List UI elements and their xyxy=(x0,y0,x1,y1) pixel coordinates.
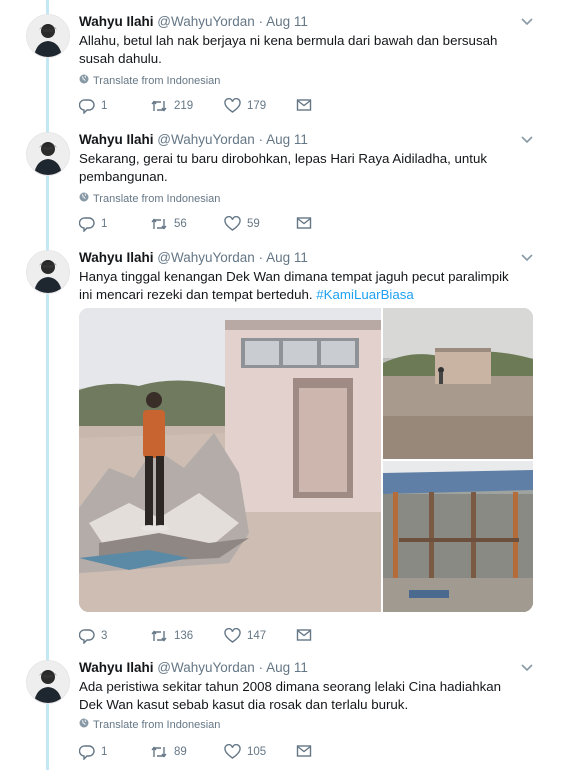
reply-count: 3 xyxy=(101,630,108,642)
user-handle[interactable]: @WahyuYordan xyxy=(157,14,255,29)
direct-message-button[interactable] xyxy=(296,98,312,112)
retweet-icon xyxy=(150,744,168,760)
hashtag-link[interactable]: #KamiLuarBiasa xyxy=(316,287,414,302)
tweet-text: Sekarang, gerai tu baru dirobohkan, lepa… xyxy=(79,151,488,184)
photo-grid[interactable] xyxy=(79,308,533,612)
retweet-button[interactable]: 219 xyxy=(150,98,193,114)
retweet-count: 89 xyxy=(174,746,187,758)
avatar[interactable] xyxy=(26,660,70,704)
reply-icon xyxy=(79,628,95,644)
reply-icon xyxy=(79,216,95,232)
like-count: 105 xyxy=(247,746,267,758)
reply-icon xyxy=(79,744,95,760)
envelope-icon xyxy=(296,744,312,758)
reply-button[interactable]: 1 xyxy=(79,98,107,114)
reply-count: 1 xyxy=(101,218,108,230)
chevron-down-icon[interactable] xyxy=(520,133,534,145)
tweet-text: Ada peristiwa sekitar tahun 2008 dimana … xyxy=(79,679,502,712)
tweet-timestamp[interactable]: Aug 11 xyxy=(266,250,308,265)
reply-button[interactable]: 3 xyxy=(79,628,107,644)
translate-link[interactable]: Translate from Indonesian xyxy=(79,192,220,205)
retweet-button[interactable]: 136 xyxy=(150,628,193,644)
like-button[interactable]: 147 xyxy=(224,628,266,644)
tweet: Wahyu Ilahi @WahyuYordan · Aug 11 Ada pe… xyxy=(0,660,564,770)
separator-dot: · xyxy=(258,250,264,265)
user-handle[interactable]: @WahyuYordan xyxy=(157,660,255,675)
globe-icon xyxy=(79,74,89,87)
avatar[interactable] xyxy=(26,132,70,176)
tweet-timestamp[interactable]: Aug 11 xyxy=(266,14,308,29)
globe-icon xyxy=(79,192,89,205)
reply-button[interactable]: 1 xyxy=(79,216,107,232)
retweet-count: 56 xyxy=(174,218,187,230)
tweet: Wahyu Ilahi @WahyuYordan · Aug 11 Hanya … xyxy=(0,250,564,644)
display-name[interactable]: Wahyu Ilahi xyxy=(79,132,154,147)
display-name[interactable]: Wahyu Ilahi xyxy=(79,250,154,265)
display-name[interactable]: Wahyu Ilahi xyxy=(79,660,154,675)
reply-count: 1 xyxy=(101,100,108,112)
chevron-down-icon[interactable] xyxy=(520,15,534,27)
globe-icon xyxy=(79,718,89,731)
tweet-header: Wahyu Ilahi @WahyuYordan · Aug 11 xyxy=(79,660,308,675)
heart-icon xyxy=(224,216,241,232)
user-handle[interactable]: @WahyuYordan xyxy=(157,132,255,147)
retweet-count: 136 xyxy=(174,630,194,642)
envelope-icon xyxy=(296,628,312,642)
tweet: Wahyu Ilahi @WahyuYordan · Aug 11 Allahu… xyxy=(0,14,564,124)
heart-icon xyxy=(224,744,241,760)
chevron-down-icon[interactable] xyxy=(520,251,534,263)
retweet-button[interactable]: 89 xyxy=(150,744,187,760)
separator-dot: · xyxy=(258,660,264,675)
heart-icon xyxy=(224,98,241,114)
like-button[interactable]: 179 xyxy=(224,98,266,114)
retweet-button[interactable]: 56 xyxy=(150,216,187,232)
tweet-header: Wahyu Ilahi @WahyuYordan · Aug 11 xyxy=(79,250,308,265)
photo-demolished-stall[interactable] xyxy=(79,308,381,612)
translate-link[interactable]: Translate from Indonesian xyxy=(79,718,220,731)
translate-label: Translate from Indonesian xyxy=(93,718,221,731)
display-name[interactable]: Wahyu Ilahi xyxy=(79,14,154,29)
reply-icon xyxy=(79,98,95,114)
tweet-text: Allahu, betul lah nak berjaya ni kena be… xyxy=(79,33,498,66)
like-count: 179 xyxy=(247,100,267,112)
reply-count: 1 xyxy=(101,746,108,758)
envelope-icon xyxy=(296,98,312,112)
tweet: Wahyu Ilahi @WahyuYordan · Aug 11 Sekara… xyxy=(0,132,564,242)
direct-message-button[interactable] xyxy=(296,216,312,230)
retweet-icon xyxy=(150,98,168,114)
avatar[interactable] xyxy=(26,14,70,58)
direct-message-button[interactable] xyxy=(296,744,312,758)
tweet-header: Wahyu Ilahi @WahyuYordan · Aug 11 xyxy=(79,132,308,147)
like-button[interactable]: 105 xyxy=(224,744,266,760)
reply-button[interactable]: 1 xyxy=(79,744,107,760)
user-handle[interactable]: @WahyuYordan xyxy=(157,250,255,265)
like-button[interactable]: 59 xyxy=(224,216,260,232)
chevron-down-icon[interactable] xyxy=(520,661,534,673)
tweet-timestamp[interactable]: Aug 11 xyxy=(266,132,308,147)
translate-label: Translate from Indonesian xyxy=(93,192,221,205)
separator-dot: · xyxy=(258,14,264,29)
tweet-text-body: Hanya tinggal kenangan Dek Wan dimana te… xyxy=(79,269,509,302)
envelope-icon xyxy=(296,216,312,230)
photo-cleared-site[interactable] xyxy=(383,308,533,459)
retweet-icon xyxy=(150,216,168,232)
retweet-icon xyxy=(150,628,168,644)
tweet-timestamp[interactable]: Aug 11 xyxy=(266,660,308,675)
like-count: 147 xyxy=(247,630,267,642)
photo-stall-frame[interactable] xyxy=(383,461,533,612)
retweet-count: 219 xyxy=(174,100,194,112)
direct-message-button[interactable] xyxy=(296,628,312,642)
translate-link[interactable]: Translate from Indonesian xyxy=(79,74,220,87)
separator-dot: · xyxy=(258,132,264,147)
like-count: 59 xyxy=(247,218,260,230)
translate-label: Translate from Indonesian xyxy=(93,74,221,87)
tweet-text: Hanya tinggal kenangan Dek Wan dimana te… xyxy=(79,268,519,304)
heart-icon xyxy=(224,628,241,644)
tweet-header: Wahyu Ilahi @WahyuYordan · Aug 11 xyxy=(79,14,308,29)
avatar[interactable] xyxy=(26,250,70,294)
